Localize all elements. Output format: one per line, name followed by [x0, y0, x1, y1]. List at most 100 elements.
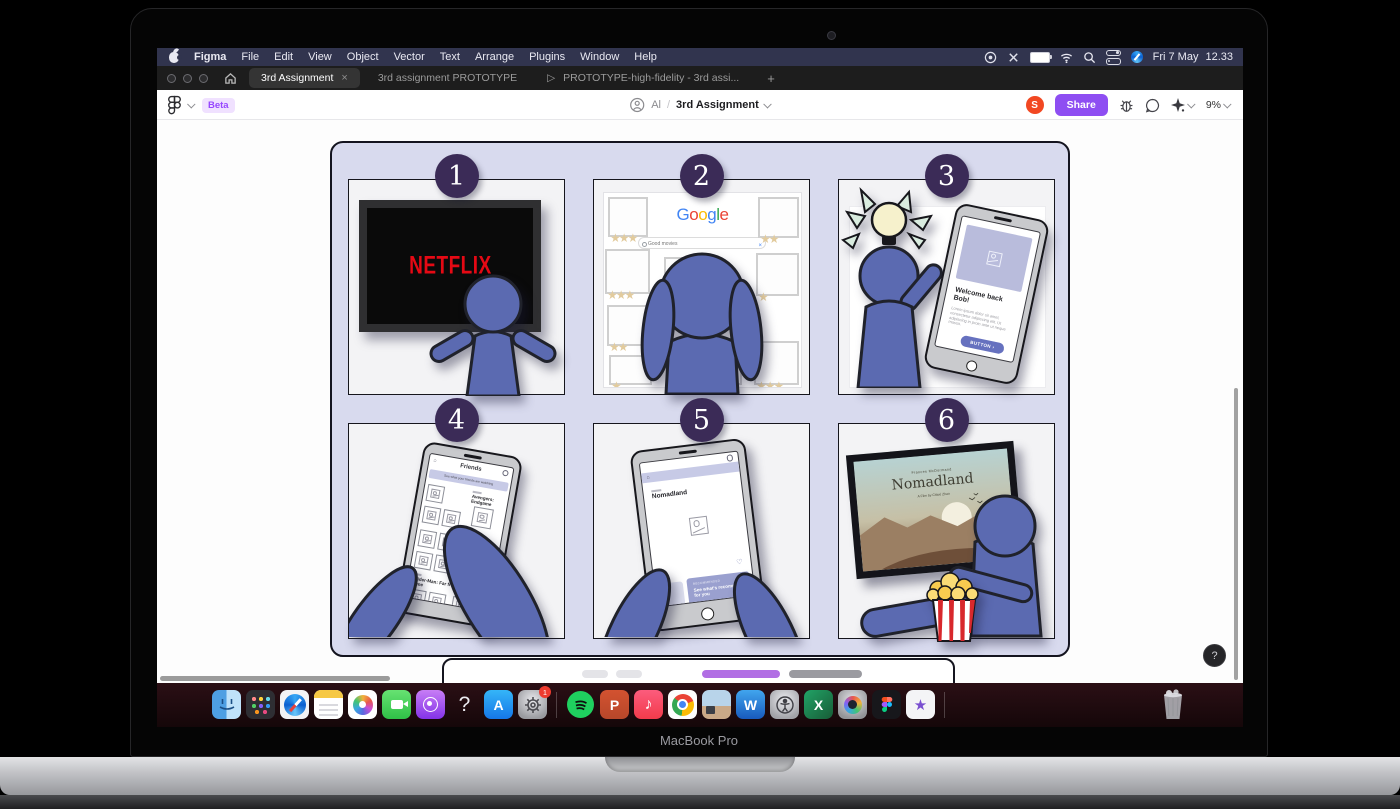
- storyboard-panel-1[interactable]: 1 NETFLIX: [348, 154, 565, 396]
- panel-number-badge: 1: [434, 154, 479, 198]
- dock-facetime-icon[interactable]: [382, 690, 411, 719]
- figma-toolbar: Beta Al / 3rd Assignment S Share 9%: [157, 90, 1243, 120]
- zoom-window-button[interactable]: [199, 73, 208, 83]
- dock-finder-icon[interactable]: [212, 690, 241, 719]
- menu-help[interactable]: Help: [634, 51, 657, 63]
- tab-close-icon[interactable]: ×: [341, 72, 347, 84]
- dock-launchpad-icon[interactable]: [246, 690, 275, 719]
- phone-home-button: [964, 359, 978, 373]
- storyboard-panel-5[interactable]: 5 ⌂ Nomadland ♡ RECOMMENDED See what's r…: [593, 398, 810, 639]
- dock-photobooth-icon[interactable]: [838, 690, 867, 719]
- menu-view[interactable]: View: [308, 51, 332, 63]
- storyboard-panel-4[interactable]: 4 Friends ⌂ See what your friends are wa…: [348, 398, 565, 639]
- breadcrumb-file-name[interactable]: 3rd Assignment: [676, 99, 759, 111]
- dock-photos-icon[interactable]: [348, 690, 377, 719]
- google-letter: G: [676, 205, 690, 224]
- person-shrugging: [429, 274, 557, 396]
- tab-prototype-high-fidelity[interactable]: ▷ PROTOTYPE-high-fidelity - 3rd assi...: [535, 68, 751, 88]
- date-label: Fri 7 May: [1152, 51, 1199, 63]
- home-tab-icon[interactable]: [224, 72, 237, 85]
- tab-3rd-assignment[interactable]: 3rd Assignment ×: [249, 68, 360, 88]
- new-tab-button[interactable]: +: [767, 71, 775, 86]
- google-letter: o: [689, 205, 699, 224]
- laptop-lid-notch: [605, 757, 795, 772]
- figma-main-menu-icon[interactable]: [167, 95, 182, 115]
- image-placeholder: [955, 224, 1033, 293]
- dock-missing-app-icon[interactable]: ?: [450, 690, 479, 719]
- menu-edit[interactable]: Edit: [274, 51, 293, 63]
- dock-trash-icon[interactable]: [1160, 688, 1186, 720]
- dock-notes-icon[interactable]: [314, 690, 343, 719]
- toolbar-right: S Share 9%: [1025, 90, 1232, 120]
- horizontal-scrollbar[interactable]: [160, 676, 390, 681]
- figma-tabbar: 3rd Assignment × 3rd assignment PROTOTYP…: [157, 66, 1243, 90]
- spotlight-search-icon[interactable]: [1083, 51, 1096, 64]
- dock-safari-icon[interactable]: [280, 690, 309, 719]
- partial-frame-below[interactable]: [442, 658, 955, 683]
- menu-vector[interactable]: Vector: [394, 51, 425, 63]
- chevron-down-icon[interactable]: [1186, 100, 1196, 109]
- storyboard-panel-2[interactable]: 2 Google Good movies × ★★★ ★★★ ★★ ★ ★★ ★ …: [593, 154, 810, 395]
- laptop-base: [0, 757, 1400, 795]
- avatar-outline-icon[interactable]: [629, 97, 645, 113]
- frame-bar-gray: [789, 670, 862, 678]
- dock-settings-icon[interactable]: 1: [518, 686, 551, 719]
- control-center-icon[interactable]: [1105, 49, 1121, 65]
- star-rating: ★: [611, 379, 622, 388]
- storyboard-panel-3[interactable]: 3 Welcome back Bob! Lorem ipsum dolor si…: [838, 154, 1055, 395]
- share-button[interactable]: Share: [1054, 94, 1108, 116]
- dock-accessibility-icon[interactable]: [770, 690, 799, 719]
- word-glyph: W: [743, 696, 758, 713]
- dock-appstore-icon[interactable]: A: [484, 690, 513, 719]
- phone-screen: Welcome back Bob! Lorem ipsum dolor sit …: [933, 215, 1042, 364]
- excel-glyph: X: [813, 696, 824, 713]
- menu-arrange[interactable]: Arrange: [475, 51, 514, 63]
- frame-bar: [616, 670, 642, 678]
- menubar-clock[interactable]: Fri 7 May 12.33: [1153, 51, 1233, 63]
- result-thumbnail: ★★★: [608, 197, 648, 245]
- vertical-scrollbar[interactable]: [1234, 388, 1238, 680]
- storyboard-frame[interactable]: 1 NETFLIX 2 Google Good movies × ★★★ ★★★…: [330, 141, 1070, 657]
- battery-charging-icon[interactable]: [1029, 51, 1052, 63]
- user-avatar[interactable]: S: [1025, 96, 1044, 114]
- menu-window[interactable]: Window: [580, 51, 619, 63]
- menu-object[interactable]: Object: [347, 51, 379, 63]
- menu-file[interactable]: File: [241, 51, 259, 63]
- sparkle-ai-icon[interactable]: [1170, 98, 1185, 112]
- bug-report-icon[interactable]: [1119, 98, 1134, 113]
- dock-powerpoint-icon[interactable]: P: [600, 690, 629, 719]
- dock-excel-icon[interactable]: X: [804, 690, 833, 719]
- question-glyph: ?: [458, 692, 471, 716]
- close-window-button[interactable]: [167, 73, 176, 83]
- apple-logo-icon[interactable]: [169, 51, 182, 63]
- help-button[interactable]: ?: [1203, 644, 1226, 667]
- screen-record-icon[interactable]: [984, 51, 997, 64]
- storyboard-panel-6[interactable]: 6 Frances McDormand Nomadland A Film by …: [838, 398, 1055, 642]
- menu-plugins[interactable]: Plugins: [529, 51, 565, 63]
- crossed-pencil-icon[interactable]: [1007, 51, 1020, 64]
- chevron-down-icon[interactable]: [762, 100, 772, 109]
- wifi-icon[interactable]: [1060, 51, 1073, 64]
- notification-badge: 1: [539, 686, 551, 698]
- breadcrumb-team[interactable]: Al: [651, 99, 661, 111]
- minimize-window-button[interactable]: [183, 73, 192, 83]
- dock-spotify-icon[interactable]: [566, 690, 595, 719]
- menu-figma[interactable]: Figma: [194, 51, 226, 63]
- figma-canvas[interactable]: 1 NETFLIX 2 Google Good movies × ★★★ ★★★…: [157, 120, 1243, 683]
- dock-figma-icon[interactable]: [872, 690, 901, 719]
- time-label: 12.33: [1205, 51, 1233, 63]
- laptop-base-shadow: [0, 795, 1400, 809]
- dock-podcasts-icon[interactable]: [416, 690, 445, 719]
- dock-chrome-icon[interactable]: [668, 690, 697, 719]
- chevron-down-icon[interactable]: [187, 100, 196, 109]
- zoom-control[interactable]: 9%: [1206, 99, 1232, 111]
- menu-text[interactable]: Text: [440, 51, 460, 63]
- dock-imovie-icon[interactable]: ★: [906, 690, 935, 719]
- comment-icon[interactable]: [1145, 98, 1160, 113]
- dock-music-icon[interactable]: ♪: [634, 690, 663, 719]
- dock-photo-thumbnail-icon[interactable]: [702, 690, 731, 719]
- safari-status-icon[interactable]: [1130, 51, 1143, 63]
- tab-3rd-assignment-prototype[interactable]: 3rd assignment PROTOTYPE: [366, 68, 529, 88]
- google-letter: e: [719, 205, 729, 224]
- dock-word-icon[interactable]: W: [736, 690, 765, 719]
